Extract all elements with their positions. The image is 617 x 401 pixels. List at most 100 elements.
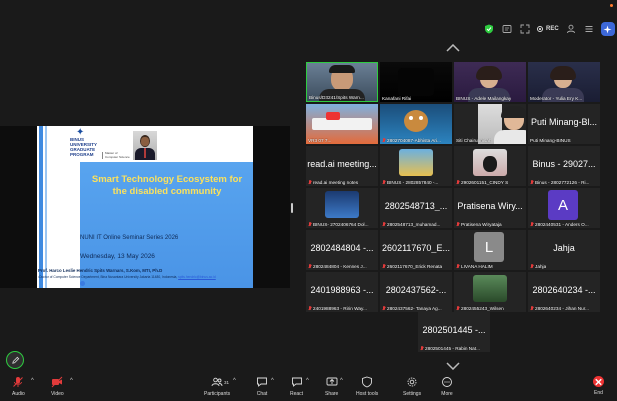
participant-name: read.ai meeting notes (313, 180, 359, 185)
participant-tile[interactable]: read.ai meeting... read.ai meeting notes (306, 146, 378, 186)
participant-tile[interactable]: 2802548713_... 2802548713_muhamad... (380, 188, 452, 228)
mic-muted-icon (530, 306, 534, 311)
participant-name: 2802455243_Wilsen (461, 306, 504, 311)
mic-muted-icon (308, 264, 312, 269)
participant-tile[interactable]: 2401988963 -... 2401988963 - Ririn Way... (306, 272, 378, 312)
share-button[interactable]: Share (325, 376, 338, 397)
react-caret-icon[interactable]: ^ (306, 378, 309, 384)
participant-tile[interactable]: Siti Chairunnisah (454, 104, 526, 144)
participant-tile[interactable]: 2802455243_Wilsen (454, 272, 526, 312)
more-icon (442, 377, 452, 387)
person-icon[interactable] (565, 23, 577, 35)
participant-tile[interactable]: Binus - 29027... Binus - 2802772126 - Ri.… (528, 146, 600, 186)
participant-name-label: Puti Minang-BINUS (530, 138, 571, 143)
speaker-portrait (133, 131, 157, 160)
mic-muted-icon (420, 346, 424, 351)
participant-display-name: 2802484804 -... (310, 243, 374, 253)
participant-name-label: BINUS - 2802857840 -... (382, 180, 438, 185)
participant-tile[interactable]: Moderator - Yulia Ery K... (528, 62, 600, 102)
participant-display-name: read.ai meeting... (307, 159, 377, 169)
participant-tile[interactable]: Kanafani Rifai (380, 62, 452, 102)
participant-display-name: Jahja (553, 243, 575, 253)
recording-indicator[interactable]: REC (537, 26, 559, 32)
participant-tile[interactable]: 2802437562-... 2802437562- Tanaya Ag... (380, 272, 452, 312)
participants-caret-icon[interactable]: ^ (233, 378, 236, 384)
participant-name: Binus - 2802772126 - Ri... (535, 180, 590, 185)
participant-name: 2802440531 - Anders O... (535, 222, 589, 227)
participant-name-label: LIVANA HALIM (456, 264, 493, 269)
participant-tile[interactable]: L LIVANA HALIM (454, 230, 526, 270)
mic-muted-icon (308, 222, 312, 227)
host-tools-button[interactable]: Host tools (356, 376, 378, 397)
expand-icon[interactable] (519, 23, 531, 35)
menu-icon[interactable] (583, 23, 595, 35)
participant-name-label: BINUS- 2702406764 Dol... (308, 222, 369, 227)
logo-line: PROGRAM (70, 152, 94, 157)
participant-tile[interactable]: 2802640234 -... 2802640234 - Jihan Nur... (528, 272, 600, 312)
participant-profile-picture (473, 275, 507, 302)
participant-tile[interactable]: Jahja Jahja (528, 230, 600, 270)
participant-tile[interactable]: BINUS- 2702406764 Dol... (306, 188, 378, 228)
react-label: React (290, 391, 304, 397)
participant-name-label: 2401988963 - Ririn Way... (308, 306, 367, 311)
participant-display-name: 2802548713_... (384, 201, 448, 211)
participant-name-label: Binus - 2802772126 - Ri... (530, 180, 589, 185)
participant-name-label: 2802704087-Abhista Ari... (382, 138, 441, 143)
share-label: Share (325, 391, 339, 397)
annotate-button[interactable] (6, 351, 24, 369)
settings-button[interactable]: Settings (403, 376, 421, 397)
scroll-up-chevron-icon[interactable] (446, 44, 460, 52)
participant-tile[interactable]: 2802484804 -... 2802484804 - Kennes J... (306, 230, 378, 270)
ai-companion-button[interactable] (600, 22, 615, 36)
participant-tile[interactable]: Puti Minang-Bl... Puti Minang-BINUS (528, 104, 600, 144)
video-button[interactable]: Video (51, 376, 64, 397)
participant-name-label: 2802455243_Wilsen (456, 306, 504, 311)
participant-tile[interactable]: A 2802440531 - Anders O... (528, 188, 600, 228)
participant-name-label: 2802437562- Tanaya Ag... (382, 306, 442, 311)
participant-name-label: 2602117670_Erick Renata (382, 264, 442, 269)
chat-button[interactable]: Chat (256, 376, 268, 397)
mic-muted-icon (530, 180, 534, 185)
share-caret-icon[interactable]: ^ (340, 378, 343, 384)
mic-muted-icon (456, 264, 460, 269)
binus-logo: ✦ BINUS UNIVERSITY GRADUATE PROGRAM (70, 128, 97, 158)
participants-label: Participants (204, 391, 231, 397)
mic-muted-icon (530, 264, 534, 269)
audio-button[interactable]: Audio (12, 376, 25, 397)
end-button[interactable]: End (593, 376, 604, 396)
host-tools-label: Host tools (356, 391, 379, 397)
participant-name-label: 2802484804 - Kennes J... (308, 264, 367, 269)
participant-tile[interactable]: 2802501445 -... 2802501445 - Rabin Nat..… (418, 312, 490, 352)
shield-icon[interactable] (483, 23, 495, 35)
participant-name-label: 2802501445 - Rabin Nat... (420, 346, 480, 351)
shared-screen[interactable]: ✦ BINUS UNIVERSITY GRADUATE PROGRAM Mast… (0, 126, 290, 288)
participant-tile[interactable]: 2802704087-Abhista Ari... (380, 104, 452, 144)
participant-name: LIVANA HALIM (461, 264, 493, 269)
participant-tile[interactable]: 2602117670_E... 2602117670_Erick Renata (380, 230, 452, 270)
video-options-caret-icon[interactable]: ^ (70, 378, 73, 384)
record-icon (537, 26, 543, 32)
participant-name-label: 2902601151_CINDY S (456, 180, 508, 185)
notification-dot (610, 4, 613, 7)
mic-muted-icon (308, 180, 312, 185)
audio-options-caret-icon[interactable]: ^ (31, 378, 34, 384)
participant-name: 2802484804 - Kennes J... (313, 264, 367, 269)
participants-icon (211, 377, 223, 387)
participant-tile[interactable]: VR3 07 7... (306, 104, 378, 144)
participant-tile[interactable]: BINUS - 2802857840 -... (380, 146, 452, 186)
scroll-down-chevron-icon[interactable] (446, 362, 460, 370)
participant-name: 2802437562- Tanaya Ag... (387, 306, 442, 311)
slide-title-line2: the disabled community (112, 186, 222, 197)
active-speaker-tile[interactable]: Binus/D3241/Spits Warn... (306, 62, 378, 102)
affiliation-text: ¹Doctor of Computer Science Department, … (38, 275, 178, 279)
more-button[interactable]: More (441, 376, 453, 397)
chat-caret-icon[interactable]: ^ (271, 378, 274, 384)
participant-tile[interactable]: BINUS - Adele Mailangkay (454, 62, 526, 102)
participant-display-name: 2802501445 -... (422, 325, 486, 335)
react-button[interactable]: React (290, 376, 303, 397)
splitter-handle[interactable] (291, 203, 293, 213)
participant-tile[interactable]: 2902601151_CINDY S (454, 146, 526, 186)
captions-icon[interactable] (501, 23, 513, 35)
participant-tile[interactable]: Pratisena Wiry... Pratisena Wiryataja (454, 188, 526, 228)
sparkle-icon (603, 24, 612, 34)
